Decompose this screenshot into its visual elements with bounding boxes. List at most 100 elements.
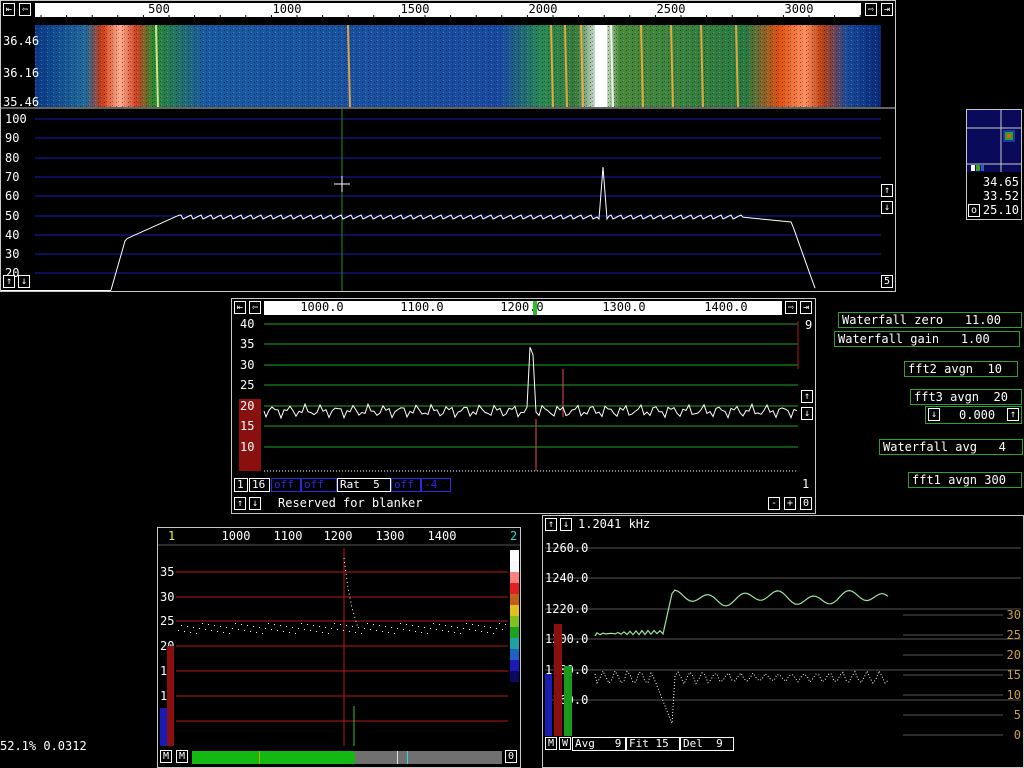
main-level-down-icon[interactable]: ↓ (18, 275, 30, 288)
hires-zero-button[interactable]: 0 (505, 750, 517, 763)
hr-freq-tick-label: 1200 (324, 529, 353, 543)
hires-marker-3 (407, 751, 408, 764)
hr-data-dot (313, 625, 314, 626)
hr-db-label: 25 (160, 614, 174, 628)
hr-data-dot (355, 632, 356, 633)
bb-ctrl-neg4[interactable]: -4 (421, 478, 451, 492)
s-meter-window: 34.65 33.52 25.10 o (966, 109, 1022, 220)
hr-data-dot (379, 625, 380, 626)
afc-left-label: 1260.0 (545, 541, 588, 555)
main-db-label: 70 (5, 170, 19, 184)
hr-data-dot (283, 631, 284, 632)
afc-left-label: 1240.0 (545, 571, 588, 585)
waterfall-avg-box[interactable]: Waterfall avg 4 (879, 439, 1023, 455)
hr-data-dot (427, 633, 428, 634)
bb-db-label: 35 (240, 337, 254, 351)
waterfall-time-label: 35.46 (3, 95, 39, 109)
hr-data-dot (442, 630, 443, 631)
main-zoom-down-icon[interactable]: ↓ (881, 201, 893, 214)
hr-data-dot (487, 632, 488, 633)
hr-data-dot (481, 631, 482, 632)
afc-m-button[interactable]: M (545, 737, 557, 750)
hr-data-dot (307, 624, 308, 625)
bb-ctrl-off-2[interactable]: off (301, 478, 337, 492)
hr-data-dot (223, 632, 224, 633)
hr-data-dot (436, 629, 437, 630)
hr-data-dot (505, 624, 506, 625)
fft2-avgn-box[interactable]: fft2 avgn 10 (904, 361, 1018, 377)
main-db-label: 80 (5, 151, 19, 165)
s-meter-button[interactable]: o (968, 204, 980, 217)
hr-data-dot (490, 627, 491, 628)
hr-colorbar-swatch (510, 572, 519, 583)
bb-plus-button[interactable]: + (784, 497, 796, 510)
bb-center-marker (533, 301, 537, 315)
hr-data-dot (391, 627, 392, 628)
hr-colorbar-swatch (510, 660, 519, 671)
afc-fit-box[interactable]: Fit 15 (626, 737, 680, 751)
hires-m2-button[interactable]: M (176, 750, 188, 763)
hr-data-dot (184, 631, 185, 632)
hr-data-dot (403, 629, 404, 630)
fft3-avgn-box[interactable]: fft3 avgn 20 (910, 389, 1022, 405)
bb-ctrl-rat[interactable]: Rat 5 (337, 478, 391, 492)
main-level-up-icon[interactable]: ↑ (3, 275, 15, 288)
fft3-up-icon[interactable]: ↑ (1007, 408, 1019, 421)
hires-marker-1 (259, 751, 260, 764)
hr-data-dot (277, 630, 278, 631)
bb-zoom-down-icon[interactable]: ↓ (801, 407, 813, 420)
afc-svg[interactable]: 1260.01240.01220.01200.01180.01160.03025… (543, 516, 1023, 767)
main-freq-tick-label: 2000 (529, 2, 558, 16)
hires-svg[interactable]: 10001100120013001400 3530252015105 (158, 528, 520, 767)
cpu-status-text: 52.1% 0.0312 (0, 739, 87, 753)
bb-ctrl-1[interactable]: 1 (234, 478, 248, 492)
bb-freq-tick-label: 1300.0 (602, 300, 645, 314)
hr-data-dot (388, 632, 389, 633)
bb-zoom-up-icon[interactable]: ↑ (801, 390, 813, 403)
hr-data-dot (286, 626, 287, 627)
hr-data-dot (361, 633, 362, 634)
main-spectrum-svg[interactable]: 500 1000 1500 2000 2500 3000 36.4636.1635.46 … (1, 1, 895, 291)
afc-avg-box[interactable]: Avg 9 (572, 737, 626, 751)
hr-data-dot (409, 630, 410, 631)
hr-colorbar-swatch (510, 671, 519, 682)
afc-right-label: 20 (1007, 648, 1021, 662)
waterfall-zero-box[interactable]: Waterfall zero 11.00 (838, 312, 1022, 328)
hr-data-dot (253, 626, 254, 627)
bb-level-down-icon[interactable]: ↓ (249, 497, 261, 510)
waterfall-gain-box[interactable]: Waterfall gain 1.00 (834, 331, 1020, 347)
bb-freq-tick-label: 1100.0 (400, 300, 443, 314)
bb-zero-button[interactable]: 0 (800, 497, 812, 510)
bb-ctrl-16[interactable]: 16 (249, 478, 270, 492)
main-zoom-up-icon[interactable]: ↑ (881, 184, 893, 197)
bb-ctrl-off-1[interactable]: off (271, 478, 301, 492)
afc-del-box[interactable]: Del 9 (680, 737, 734, 751)
fft1-avgn-box[interactable]: fft1 avgn 300 (908, 472, 1022, 488)
hr-data-dot (289, 632, 290, 633)
hr-data-dot (373, 624, 374, 625)
fft3-value-box[interactable]: ↓ 0.000 ↑ (925, 406, 1022, 424)
bb-minus-button[interactable]: - (768, 497, 780, 510)
bb-status-text: Reserved for blanker (278, 496, 423, 510)
bb-ctrl-off-3[interactable]: off (391, 478, 421, 492)
hr-data-dot (196, 633, 197, 634)
hires-window: 10001100120013001400 3530252015105 1 2 M… (157, 527, 521, 768)
hr-colorbar-swatch (510, 550, 519, 561)
hr-data-dot (412, 625, 413, 626)
hr-data-dot (439, 624, 440, 625)
main-mode-button[interactable]: 5 (881, 275, 893, 288)
hr-data-dot (451, 626, 452, 627)
hr-data-dot (385, 626, 386, 627)
hr-data-dot (421, 632, 422, 633)
main-db-label: 60 (5, 189, 19, 203)
hr-data-dot (445, 625, 446, 626)
hr-data-dot (328, 633, 329, 634)
hr-data-dot (457, 627, 458, 628)
bb-level-up-icon[interactable]: ↑ (234, 497, 246, 510)
fft3-down-icon[interactable]: ↓ (928, 408, 940, 421)
hires-progress-bar[interactable] (192, 751, 502, 764)
waterfall-time-label: 36.46 (3, 34, 39, 48)
hr-data-dot (202, 623, 203, 624)
afc-w-button[interactable]: W (559, 737, 571, 750)
hires-m1-button[interactable]: M (160, 750, 172, 763)
